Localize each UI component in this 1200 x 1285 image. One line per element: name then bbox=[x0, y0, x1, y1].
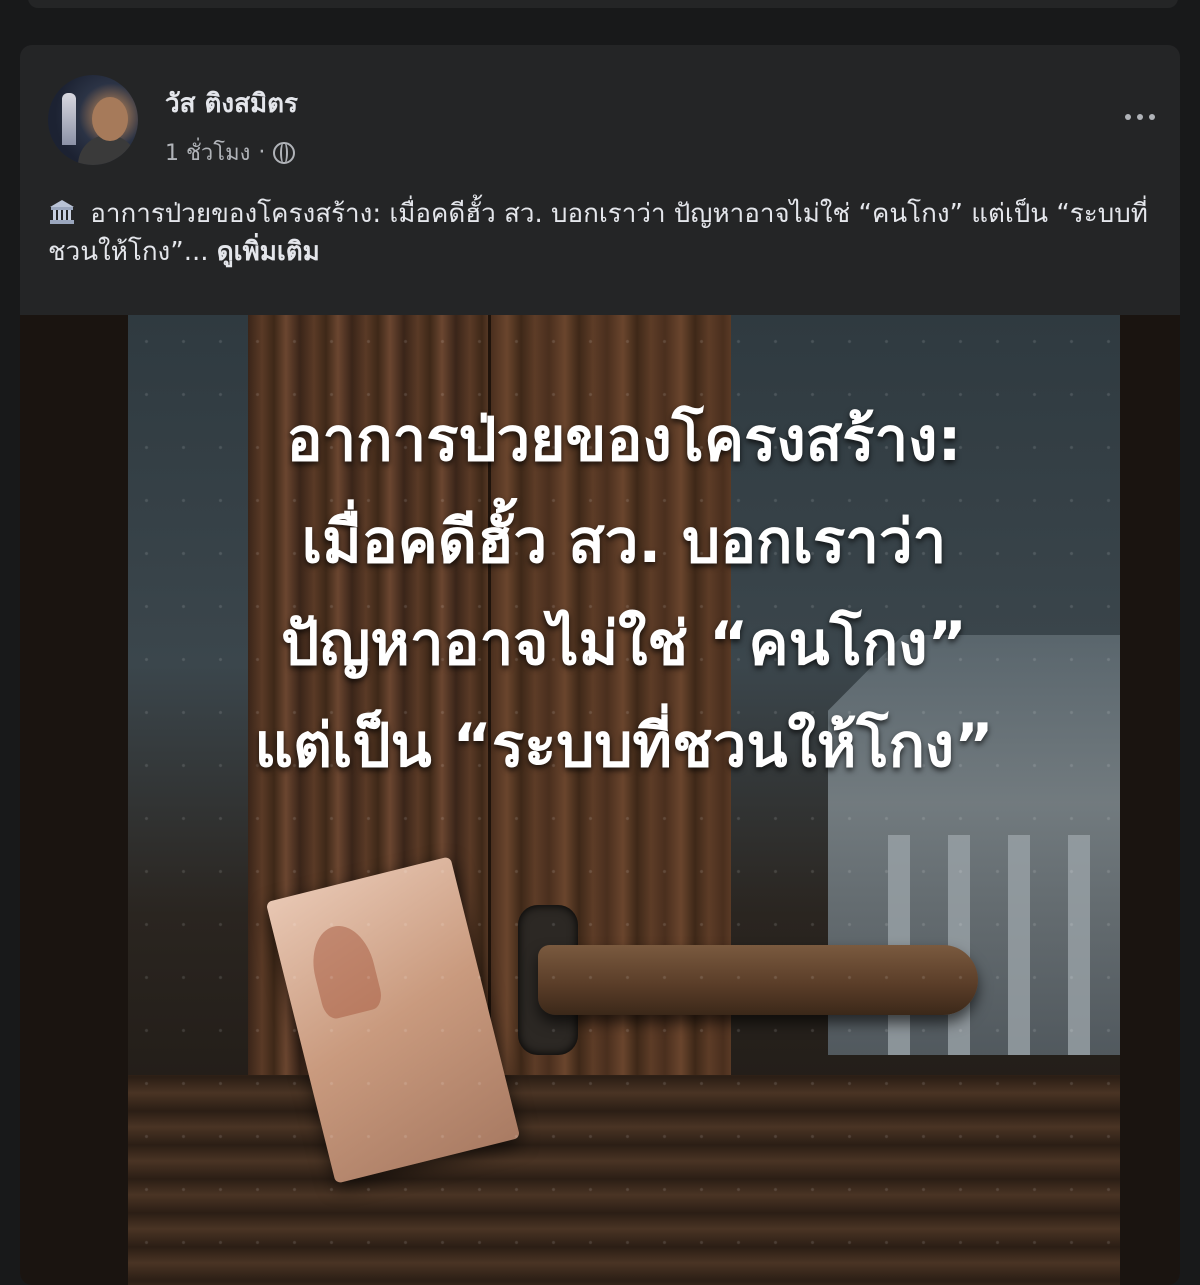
post-meta: 1 ชั่วโมง · bbox=[165, 135, 296, 170]
post-card: วัส ติงสมิตร 1 ชั่วโมง · อาการป่วยของโคร… bbox=[20, 45, 1180, 1285]
caption-text: อาการป่วยของโครงสร้าง: เมื่อคดีฮั้ว สว. … bbox=[48, 199, 1148, 267]
see-more-link[interactable]: ดูเพิ่มเติม bbox=[217, 237, 320, 267]
globe-icon[interactable] bbox=[273, 141, 296, 164]
image-headline: อาการป่วยของโครงสร้าง: เมื่อคดีฮั้ว สว. … bbox=[128, 389, 1120, 797]
avatar-tower bbox=[62, 93, 76, 145]
headline-line: ปัญหาอาจไม่ใช่ “คนโกง” bbox=[281, 609, 967, 679]
post-image[interactable]: อาการป่วยของโครงสร้าง: เมื่อคดีฮั้ว สว. … bbox=[128, 315, 1120, 1285]
avatar[interactable] bbox=[48, 75, 138, 165]
post-time[interactable]: 1 ชั่วโมง bbox=[165, 135, 250, 170]
avatar-face bbox=[92, 97, 128, 141]
bank-icon bbox=[50, 200, 74, 224]
post-caption: อาการป่วยของโครงสร้าง: เมื่อคดีฮั้ว สว. … bbox=[48, 195, 1158, 271]
author-name[interactable]: วัส ติงสมิตร bbox=[165, 83, 298, 124]
meta-separator: · bbox=[258, 140, 266, 165]
previous-post-edge bbox=[28, 0, 1178, 8]
headline-line: อาการป่วยของโครงสร้าง: bbox=[286, 405, 962, 475]
more-options-icon[interactable] bbox=[1118, 105, 1162, 129]
headline-line: เมื่อคดีฮั้ว สว. บอกเราว่า bbox=[301, 507, 947, 577]
headline-line: แต่เป็น “ระบบที่ชวนให้โกง” bbox=[254, 711, 994, 781]
post-media[interactable]: อาการป่วยของโครงสร้าง: เมื่อคดีฮั้ว สว. … bbox=[20, 315, 1180, 1285]
post-header: วัส ติงสมิตร 1 ชั่วโมง · bbox=[20, 45, 1180, 185]
